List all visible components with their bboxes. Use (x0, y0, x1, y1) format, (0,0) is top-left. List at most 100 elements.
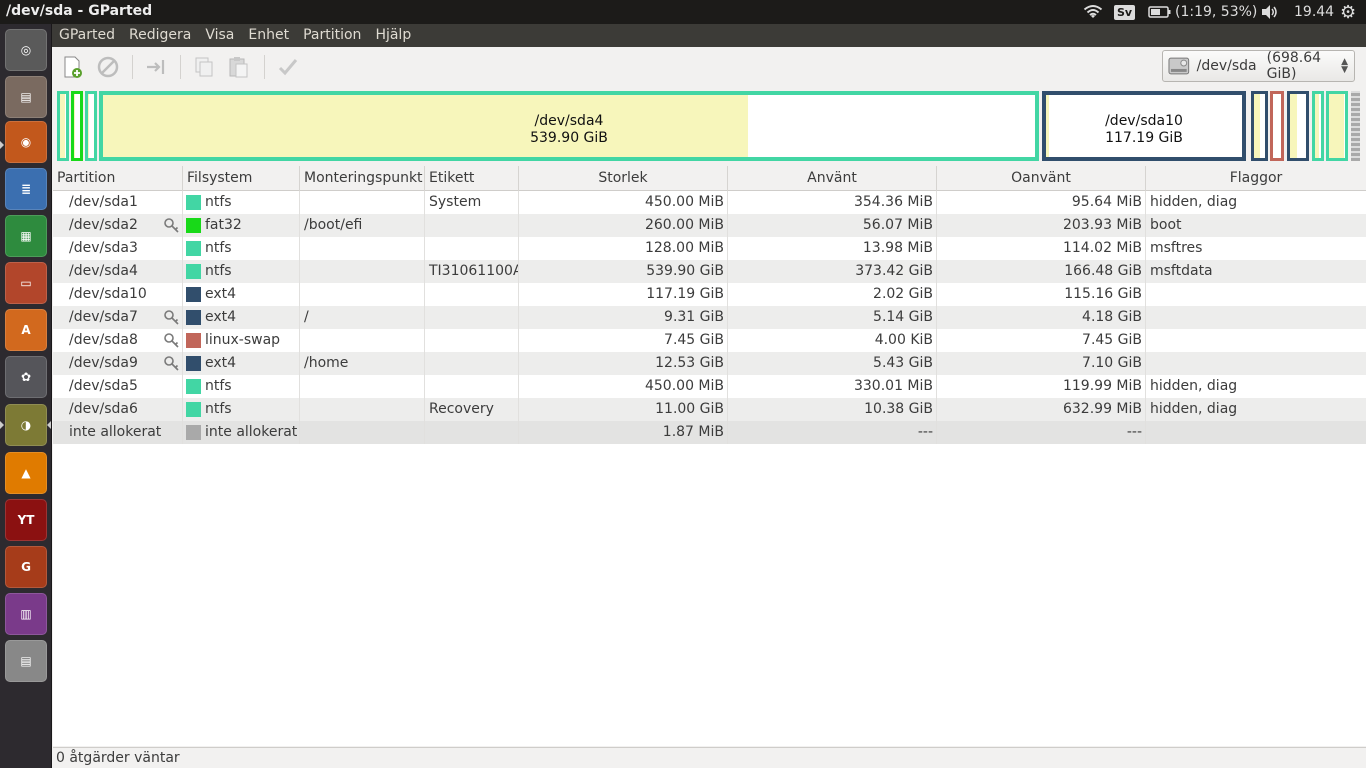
unused-value: 95.64 MiB (1071, 194, 1142, 210)
launcher-firefox-button[interactable]: ◉ (5, 121, 47, 163)
device-selector[interactable]: /dev/sda (698.64 GiB) ▲ ▼ (1162, 50, 1355, 82)
launcher-libreoffice-writer-button[interactable]: ≣ (5, 168, 47, 210)
menu-edit[interactable]: Redigera (122, 24, 198, 47)
resize-move-button[interactable] (142, 53, 170, 81)
cell-mount (300, 375, 425, 398)
table-row[interactable]: /dev/sda2 fat32/boot/efi 260.00 MiB 56.07 M… (53, 214, 1366, 237)
cell-partition: /dev/sda3 (53, 237, 183, 260)
used-value: 10.38 GiB (864, 401, 933, 417)
keyboard-layout-indicator[interactable]: Sv (1114, 0, 1136, 24)
launcher-dash-home-button[interactable]: ◎ (5, 29, 47, 71)
clock[interactable]: 19.44 (1294, 0, 1334, 24)
paste-button[interactable] (224, 53, 252, 81)
cell-partition: /dev/sda4 (53, 260, 183, 283)
unused-value: 632.99 MiB (1062, 401, 1142, 417)
menu-device[interactable]: Enhet (241, 24, 296, 47)
size-value: 9.31 GiB (664, 309, 724, 325)
cell-partition: /dev/sda2 (53, 214, 183, 237)
launcher-gramba-button[interactable]: G (5, 546, 47, 588)
table-row[interactable]: inte allokerat inte allokerat 1.87 MiB --- -… (53, 421, 1366, 444)
partition-block[interactable] (1270, 91, 1284, 161)
table-row[interactable]: /dev/sda3 ntfs 128.00 MiB 13.98 MiB 114.02 M… (53, 237, 1366, 260)
gear-icon[interactable]: ⚙ (1340, 0, 1356, 24)
cell-label: System (425, 191, 519, 214)
launcher-gparted-button[interactable]: ◑ (5, 404, 47, 446)
launcher-youtube-button[interactable]: YT (5, 499, 47, 541)
column-filesystem[interactable]: Filsystem (183, 166, 300, 191)
volume-icon[interactable] (1260, 0, 1280, 24)
delete-partition-button[interactable] (94, 53, 122, 81)
launcher-software-center-button[interactable]: A (5, 309, 47, 351)
partition-block[interactable] (85, 91, 97, 161)
table-row[interactable]: /dev/sda4 ntfs TI31061100A 539.90 GiB 373.42… (53, 260, 1366, 283)
running-indicator (0, 141, 4, 149)
launcher-vlc-button[interactable]: ▲ (5, 452, 47, 494)
partition-block[interactable] (1251, 91, 1268, 161)
size-value: 128.00 MiB (644, 240, 724, 256)
column-unused[interactable]: Oanvänt (937, 166, 1146, 191)
column-partition[interactable]: Partition (53, 166, 183, 191)
unused-value: 203.93 MiB (1062, 217, 1142, 233)
unallocated-block[interactable] (1351, 91, 1360, 161)
partition-block[interactable] (71, 91, 83, 161)
partition-block[interactable] (57, 91, 69, 161)
menu-partition[interactable]: Partition (296, 24, 368, 47)
launcher-libreoffice-calc-button[interactable]: ▦ (5, 215, 47, 257)
column-mountpoint[interactable]: Monteringspunkt (300, 166, 425, 191)
cell-mount (300, 329, 425, 352)
unused-value: 115.16 GiB (1064, 286, 1142, 302)
size-value: 12.53 GiB (655, 355, 724, 371)
cell-size: 11.00 GiB (519, 398, 728, 421)
cell-used: 2.02 GiB (728, 283, 937, 306)
partition-block-sda10[interactable]: /dev/sda10 117.19 GiB (1042, 91, 1246, 161)
harddisk-icon (1168, 57, 1190, 75)
column-used[interactable]: Använt (728, 166, 937, 191)
cell-size: 450.00 MiB (519, 375, 728, 398)
apply-button[interactable] (274, 53, 302, 81)
menu-help[interactable]: Hjälp (368, 24, 418, 47)
partition-value: /dev/sda5 (69, 378, 138, 394)
column-size[interactable]: Storlek (519, 166, 728, 191)
flags-value: hidden, diag (1150, 401, 1238, 417)
partition-block[interactable] (1287, 91, 1309, 161)
cell-size: 260.00 MiB (519, 214, 728, 237)
partition-block[interactable] (1312, 91, 1324, 161)
launcher-workspace-switcher-button[interactable]: ▥ (5, 593, 47, 635)
column-label[interactable]: Etikett (425, 166, 519, 191)
launcher-trash-button[interactable]: ▤ (5, 640, 47, 682)
table-row[interactable]: /dev/sda1 ntfs System 450.00 MiB 354.36 MiB 9… (53, 191, 1366, 214)
partition-block[interactable] (1326, 91, 1348, 161)
cell-partition: /dev/sda10 (53, 283, 183, 306)
wifi-icon[interactable] (1083, 0, 1105, 24)
copy-button[interactable] (190, 53, 218, 81)
table-row[interactable]: /dev/sda9 ext4/home 12.53 GiB 5.43 GiB 7.10 … (53, 352, 1366, 375)
cell-fs: linux-swap (183, 329, 300, 352)
partition-block-label: /dev/sda4 539.90 GiB (103, 113, 1035, 147)
launcher-system-settings-button[interactable]: ✿ (5, 356, 47, 398)
filesystem-color-swatch (186, 287, 201, 302)
cell-used: 4.00 KiB (728, 329, 937, 352)
new-partition-button[interactable] (58, 53, 86, 81)
trash-icon: ▤ (20, 654, 32, 668)
filesystem-color-swatch (186, 379, 201, 394)
menu-view[interactable]: Visa (198, 24, 241, 47)
menu-gparted[interactable]: GParted (52, 24, 122, 47)
size-value: 539.90 GiB (646, 263, 724, 279)
table-row[interactable]: /dev/sda6 ntfs Recovery 11.00 GiB 10.38 GiB 6… (53, 398, 1366, 421)
partition-value: /dev/sda9 (69, 355, 138, 371)
libreoffice-writer-icon: ≣ (20, 182, 32, 196)
fs-value: ext4 (205, 355, 237, 371)
label-value: System (429, 194, 482, 210)
partition-block-sda4[interactable]: /dev/sda4 539.90 GiB (99, 91, 1039, 161)
launcher-libreoffice-impress-button[interactable]: ▭ (5, 262, 47, 304)
table-row[interactable]: /dev/sda8 linux-swap 7.45 GiB 4.00 KiB 7.45 … (53, 329, 1366, 352)
table-row[interactable]: /dev/sda5 ntfs 450.00 MiB 330.01 MiB 119.99 … (53, 375, 1366, 398)
column-flags[interactable]: Flaggor (1146, 166, 1366, 191)
gparted-icon: ◑ (20, 418, 32, 432)
size-value: 1.87 MiB (662, 424, 724, 440)
cell-label (425, 329, 519, 352)
table-row[interactable]: /dev/sda7 ext4 / 9.31 GiB 5.14 GiB 4.18 GiB (53, 306, 1366, 329)
battery-indicator[interactable]: (1:19, 53%) (1148, 0, 1257, 24)
table-row[interactable]: /dev/sda10 ext4 117.19 GiB 2.02 GiB 115.16 G… (53, 283, 1366, 306)
launcher-files-button[interactable]: ▤ (5, 76, 47, 118)
